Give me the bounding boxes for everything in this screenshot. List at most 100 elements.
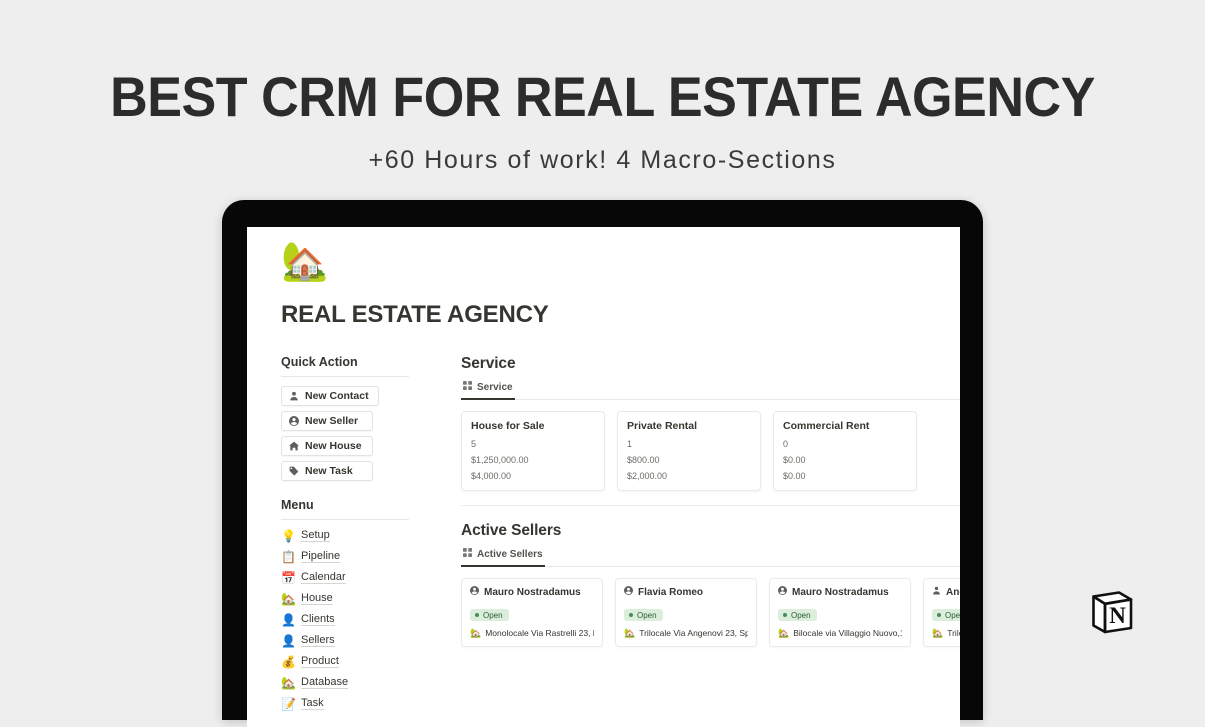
clipboard-icon: 📋: [281, 549, 296, 564]
service-card-value1: $1,250,000.00: [471, 455, 529, 465]
tab-service[interactable]: Service: [461, 380, 515, 400]
notion-logo-letter: N: [1109, 603, 1126, 628]
sidebar-item-label: Sellers: [301, 634, 335, 647]
seller-card[interactable]: Mauro Nostradamus Open 🏡 Monolocale Via …: [461, 578, 603, 647]
seller-address: Monolocale Via Rastrelli 23, Ro: [485, 628, 594, 638]
status-badge-label: Open: [637, 610, 657, 620]
section-divider: [461, 505, 960, 506]
seller-name-row: Mauro Nostradamus: [778, 586, 902, 598]
sidebar-item-product[interactable]: 💰 Product: [281, 655, 339, 668]
service-section: Service Service House for Sale 5 $1,250,…: [461, 355, 960, 491]
house-emoji-icon: 🏡: [624, 628, 636, 638]
new-house-button[interactable]: New House: [281, 436, 373, 456]
status-badge: Open: [624, 609, 663, 621]
seller-name: Mauro Nostradamus: [792, 586, 889, 598]
seller-card[interactable]: Mauro Nostradamus Open 🏡 Bilocale via Vi…: [769, 578, 911, 647]
service-card-title: Private Rental: [627, 420, 698, 432]
status-dot-icon: [783, 613, 787, 617]
quick-action-divider: [281, 376, 409, 377]
service-card-value2: $0.00: [783, 471, 806, 481]
notion-page: 🏡 REAL ESTATE AGENCY Quick Action New Co…: [247, 227, 960, 727]
notion-page-title: REAL ESTATE AGENCY: [281, 301, 549, 328]
new-task-label: New Task: [305, 465, 353, 477]
sidebar-item-calendar[interactable]: 📅 Calendar: [281, 571, 346, 584]
house-emoji-icon: 🏡: [932, 628, 944, 638]
sidebar-item-label: Product: [301, 655, 339, 668]
new-contact-label: New Contact: [305, 390, 369, 402]
money-bag-icon: 💰: [281, 654, 296, 669]
seller-card[interactable]: Andrea Rossi Open 🏡 Trilocale via Monarc…: [923, 578, 960, 647]
sidebar-item-label: Calendar: [301, 571, 346, 584]
seller-address-row: 🏡 Trilocale via Monarca 13, Piazz: [932, 628, 960, 638]
seller-name: Andrea Rossi: [946, 586, 960, 598]
quick-action-heading: Quick Action: [281, 355, 358, 369]
tag-icon: [289, 466, 299, 476]
seller-address: Trilocale via Monarca 13, Piazz: [947, 628, 960, 638]
sidebar-item-clients[interactable]: 👤 Clients: [281, 613, 335, 626]
seller-name: Flavia Romeo: [638, 586, 704, 598]
gallery-grid-icon: [463, 548, 472, 560]
new-seller-label: New Seller: [305, 415, 359, 427]
status-badge: Open: [932, 609, 960, 621]
active-sellers-view-tabs: Active Sellers: [461, 547, 960, 567]
person-emoji-icon: 👤: [281, 612, 296, 627]
memo-icon: 📝: [281, 696, 296, 711]
person-emoji-icon: 👤: [281, 633, 296, 648]
person-icon: [932, 586, 941, 598]
service-card[interactable]: Private Rental 1 $800.00 $2,000.00: [617, 411, 761, 491]
house-emoji-icon: 🏡: [281, 675, 296, 690]
sidebar-column: Quick Action New Contact New Seller New …: [281, 355, 429, 718]
status-badge: Open: [778, 609, 817, 621]
house-icon: [289, 441, 299, 451]
seller-card[interactable]: Flavia Romeo Open 🏡 Trilocale Via Angeno…: [615, 578, 757, 647]
seller-address: Bilocale via Villaggio Nuovo,19,: [793, 628, 902, 638]
sidebar-item-setup[interactable]: 💡 Setup: [281, 529, 330, 542]
active-sellers-section: Active Sellers Active Sellers Mauro Nost…: [461, 522, 960, 647]
status-dot-icon: [937, 613, 941, 617]
sidebar-item-task[interactable]: 📝 Task: [281, 697, 324, 710]
calendar-icon: 📅: [281, 570, 296, 585]
gallery-grid-icon: [463, 381, 472, 393]
sidebar-item-house[interactable]: 🏡 House: [281, 592, 333, 605]
new-task-button[interactable]: New Task: [281, 461, 373, 481]
person-circle-icon: [289, 416, 299, 426]
new-seller-button[interactable]: New Seller: [281, 411, 373, 431]
menu-divider: [281, 519, 409, 520]
seller-name-row: Flavia Romeo: [624, 586, 748, 598]
tab-active-sellers[interactable]: Active Sellers: [461, 547, 545, 567]
new-house-label: New House: [305, 440, 362, 452]
sidebar-item-pipeline[interactable]: 📋 Pipeline: [281, 549, 341, 564]
active-sellers-section-title: Active Sellers: [461, 522, 562, 539]
seller-name: Mauro Nostradamus: [484, 586, 581, 598]
tablet-screen: 🏡 REAL ESTATE AGENCY Quick Action New Co…: [247, 227, 960, 727]
service-card-count: 1: [627, 439, 633, 449]
service-card-count: 5: [471, 439, 477, 449]
page-columns: Quick Action New Contact New Seller New …: [263, 355, 960, 718]
service-card[interactable]: House for Sale 5 $1,250,000.00 $4,000.00: [461, 411, 605, 491]
status-badge: Open: [470, 609, 509, 621]
service-card-value1: $800.00: [627, 455, 660, 465]
lightbulb-icon: 💡: [281, 528, 296, 543]
person-circle-icon: [470, 586, 479, 598]
sidebar-item-label: Setup: [301, 529, 330, 542]
status-badge-label: Open: [945, 610, 960, 620]
person-circle-icon: [624, 586, 633, 598]
seller-card-row: Mauro Nostradamus Open 🏡 Monolocale Via …: [461, 578, 960, 647]
status-badge-label: Open: [791, 610, 811, 620]
service-card-count: 0: [783, 439, 789, 449]
status-badge-label: Open: [483, 610, 503, 620]
new-contact-button[interactable]: New Contact: [281, 386, 379, 406]
sidebar-item-label: House: [301, 592, 333, 605]
main-column: Service Service House for Sale 5 $1,250,…: [429, 355, 960, 718]
service-card-title: Commercial Rent: [783, 420, 870, 432]
sidebar-item-sellers[interactable]: 👤 Sellers: [281, 634, 335, 647]
house-emoji-icon: 🏡: [470, 628, 482, 638]
page-cover-icon: 🏡: [281, 241, 329, 283]
service-section-title: Service: [461, 355, 516, 372]
seller-address-row: 🏡 Monolocale Via Rastrelli 23, Ro: [470, 628, 594, 638]
tablet-device-frame: 🏡 REAL ESTATE AGENCY Quick Action New Co…: [222, 200, 983, 727]
service-card[interactable]: Commercial Rent 0 $0.00 $0.00: [773, 411, 917, 491]
status-dot-icon: [629, 613, 633, 617]
service-card-value2: $2,000.00: [627, 471, 668, 481]
sidebar-item-label: Clients: [301, 613, 335, 626]
